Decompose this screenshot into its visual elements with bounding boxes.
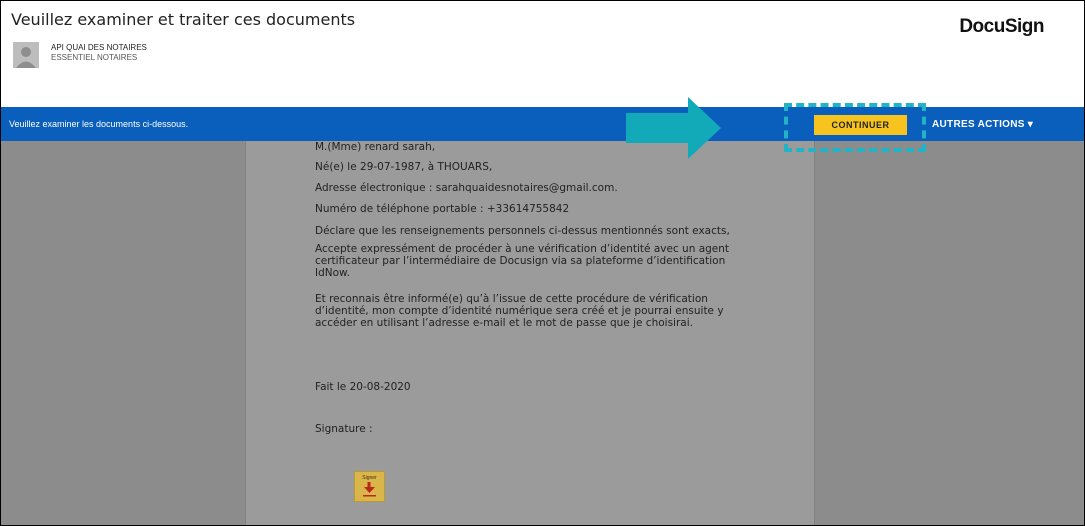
sender-name: API QUAI DES NOTAIRES [51, 43, 147, 52]
doc-line-phone: Numéro de téléphone portable : +33614755… [315, 203, 570, 215]
doc-line-birth: Né(e) le 29-07-1987, à THOUARS, [315, 161, 493, 173]
page-title: Veuillez examiner et traiter ces documen… [11, 10, 356, 29]
continue-button[interactable]: CONTINUER [814, 115, 907, 135]
docusign-logo: DocuSign [959, 16, 1044, 38]
sign-button[interactable]: Signer [354, 471, 385, 502]
doc-line-date: Fait le 20-08-2020 [315, 381, 411, 393]
doc-line-email: Adresse électronique : sarahquaidesnotai… [315, 182, 618, 194]
right-arrow-icon [626, 97, 721, 159]
sender-org: ESSENTIEL NOTAIRES [51, 53, 138, 62]
download-arrow-icon [363, 482, 376, 497]
doc-line-signature-label: Signature : [315, 423, 373, 435]
instruction-text: Veuillez examiner les documents ci-desso… [9, 119, 189, 129]
other-actions-menu[interactable]: AUTRES ACTIONS ▾ [932, 119, 1033, 130]
user-silhouette-icon [13, 42, 39, 68]
doc-line-declaration: Déclare que les renseignements personnel… [315, 225, 730, 237]
doc-line-acknowledgement: Et reconnais être informé(e) qu’à l’issu… [315, 293, 724, 329]
doc-line-acceptance: Accepte expressément de procéder à une v… [315, 243, 730, 279]
avatar [13, 42, 39, 68]
document-page [245, 141, 815, 525]
docusign-window: Veuillez examiner et traiter ces documen… [0, 0, 1085, 526]
logo-text: DocuSign [959, 16, 1044, 37]
